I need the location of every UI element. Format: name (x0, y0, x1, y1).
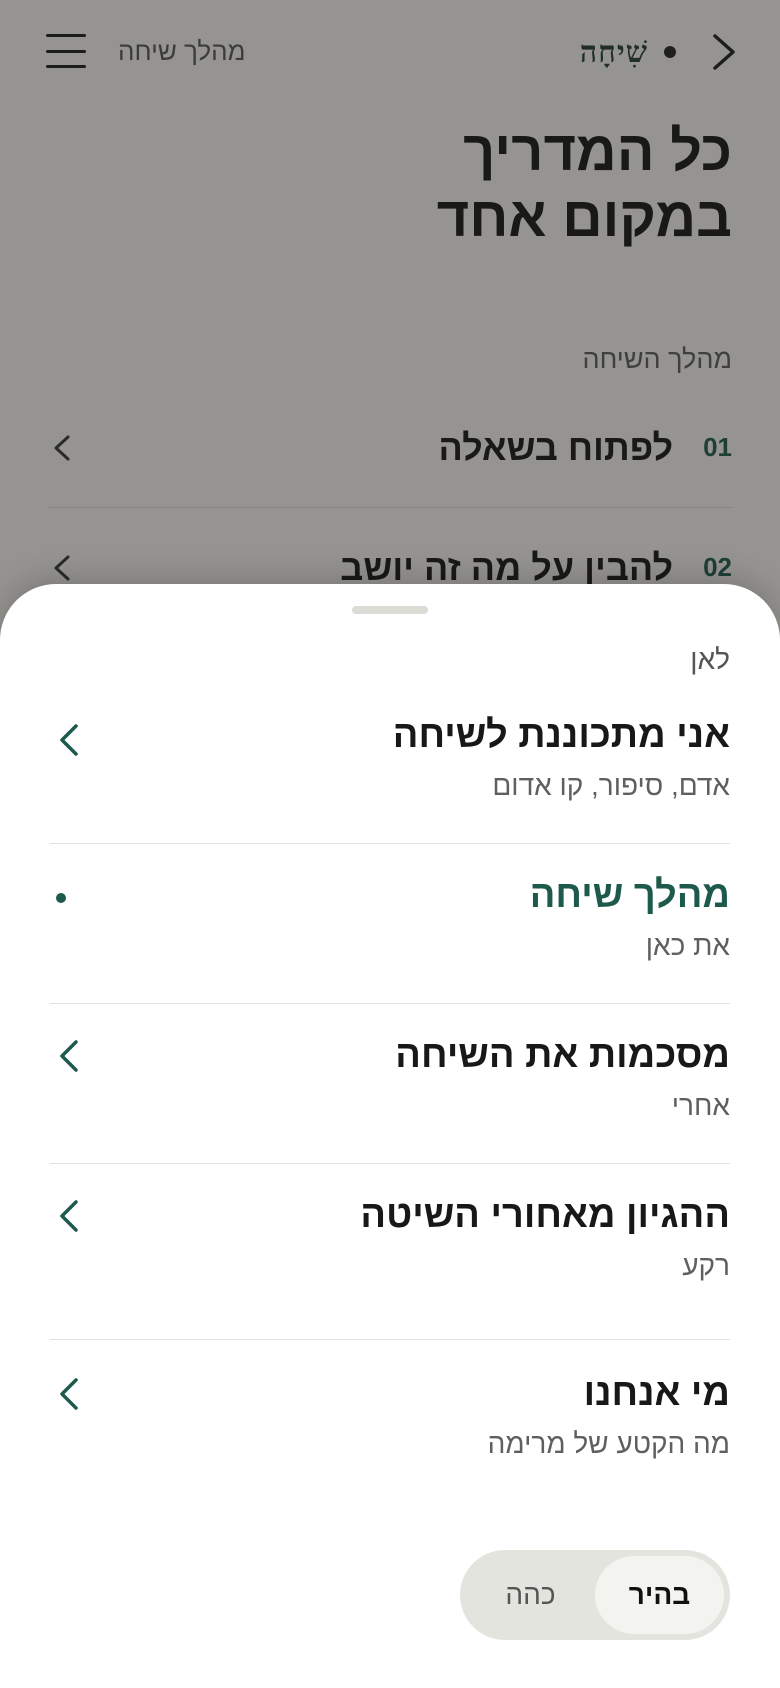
chevron-left-icon (60, 724, 78, 756)
chevron-left-icon (60, 1378, 78, 1410)
nav-item-title: ההגיון מאחורי השיטה (360, 1194, 730, 1236)
sheet-label: לאן (690, 644, 730, 675)
theme-option-dark[interactable]: כהה (466, 1556, 595, 1634)
nav-item-title: אני מתכוננת לשיחה (392, 714, 730, 756)
current-dot-icon (56, 893, 66, 903)
nav-item-preparing[interactable]: אני מתכוננת לשיחה אדם, סיפור, קו אדום (50, 714, 730, 844)
nav-item-about-us[interactable]: מי אנחנו מה הקטע של מרימה (50, 1372, 730, 1492)
nav-item-summary[interactable]: מסכמות את השיחה אחרי (50, 1034, 730, 1164)
nav-item-subtitle: את כאן (645, 930, 730, 961)
nav-item-title: מסכמות את השיחה (395, 1034, 730, 1076)
nav-item-subtitle: רקע (682, 1250, 730, 1281)
nav-item-subtitle: מה הקטע של מרימה (487, 1428, 730, 1459)
nav-item-method-logic[interactable]: ההגיון מאחורי השיטה רקע (50, 1194, 730, 1340)
nav-item-title: מהלך שיחה (529, 874, 730, 916)
nav-item-subtitle: אחרי (671, 1090, 730, 1121)
sheet-drag-handle[interactable] (352, 606, 428, 614)
theme-toggle[interactable]: בהיר כהה (460, 1550, 730, 1640)
nav-item-subtitle: אדם, סיפור, קו אדום (492, 770, 730, 801)
nav-item-conversation-flow[interactable]: מהלך שיחה את כאן (50, 874, 730, 1004)
chevron-left-icon (60, 1200, 78, 1232)
theme-option-light[interactable]: בהיר (595, 1556, 724, 1634)
nav-item-title: מי אנחנו (583, 1372, 730, 1414)
chevron-left-icon (60, 1040, 78, 1072)
navigation-sheet: לאן אני מתכוננת לשיחה אדם, סיפור, קו אדו… (0, 584, 780, 1688)
